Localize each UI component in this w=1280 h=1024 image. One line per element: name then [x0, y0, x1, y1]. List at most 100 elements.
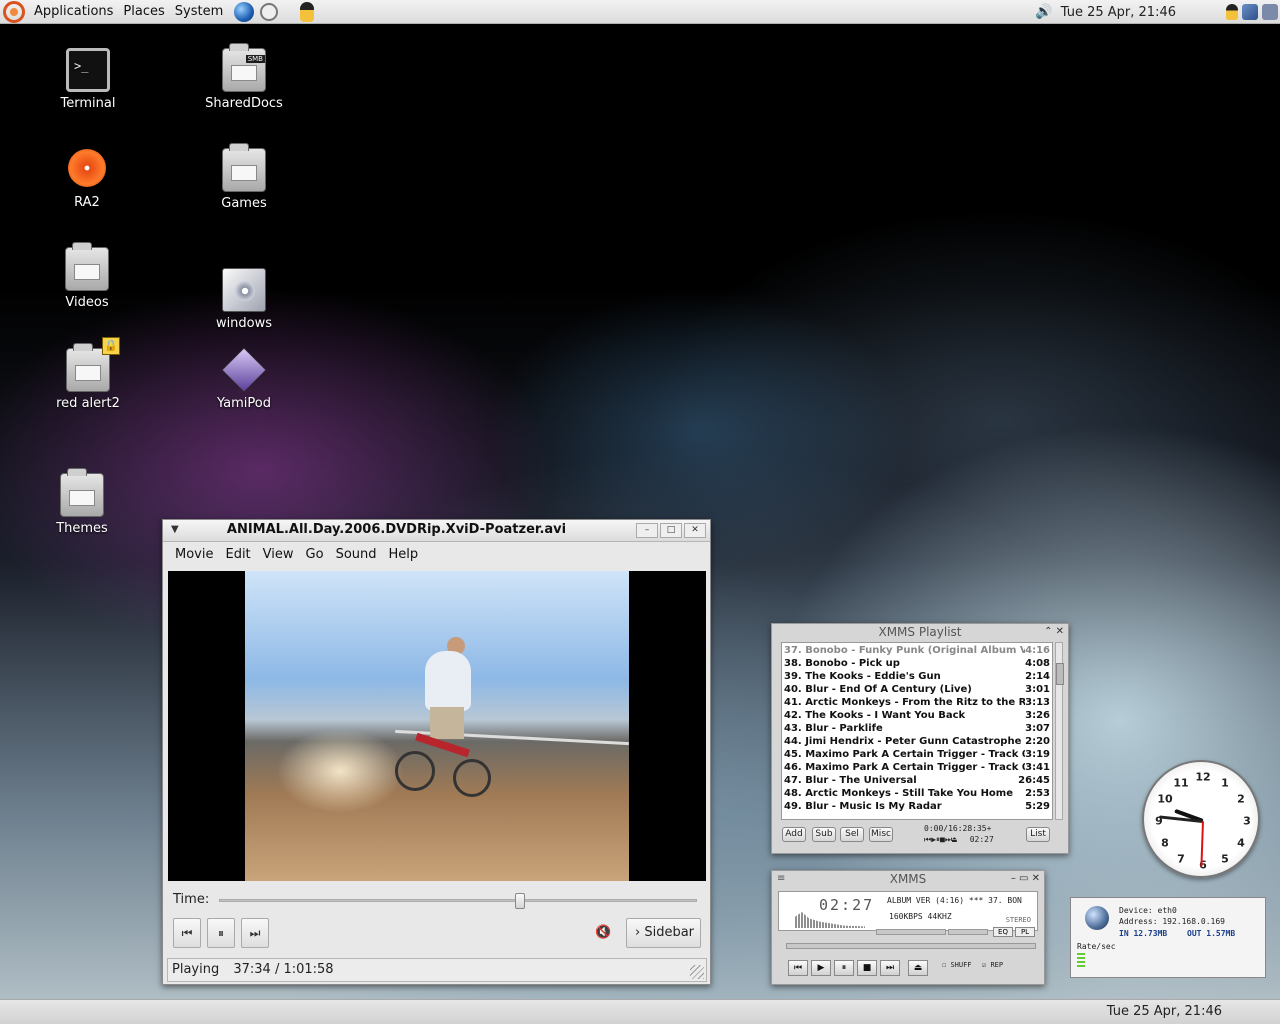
xmms-menu-icon[interactable]: ≡	[777, 871, 785, 887]
xmms-eq-button[interactable]: EQ	[993, 927, 1013, 937]
menu-view[interactable]: View	[263, 547, 294, 562]
xmms-balance-slider[interactable]	[948, 929, 988, 935]
time-settings-launcher-icon[interactable]	[260, 2, 279, 21]
playlist[interactable]: 37. Bonobo - Funky Punk (Original Album …	[781, 642, 1053, 820]
tray-penguin-icon[interactable]	[1226, 4, 1238, 20]
playlist-add-button[interactable]: Add	[782, 827, 806, 842]
playlist-item[interactable]: 47. Blur - The Universal 26:45	[784, 774, 1050, 787]
desktop-icon-themes[interactable]: Themes	[22, 468, 142, 536]
desktop-icon-label: red alert2	[56, 396, 120, 411]
pause-button[interactable]: ⏸	[207, 918, 235, 948]
totem-titlebar[interactable]: ▼ ANIMAL.All.Day.2006.DVDRip.XviD-Poatze…	[163, 520, 710, 542]
volume-icon[interactable]: 🔊	[1035, 4, 1052, 20]
playlist-list-button[interactable]: List	[1026, 827, 1050, 842]
xmms-seek-slider[interactable]	[786, 943, 1036, 949]
video-area[interactable]	[168, 571, 706, 881]
resize-grip-icon[interactable]	[690, 965, 704, 979]
xmms-stop-button[interactable]: ■	[857, 960, 877, 976]
xmms-visualizer[interactable]	[795, 912, 865, 928]
window-title: ANIMAL.All.Day.2006.DVDRip.XviD-Poatzer.…	[226, 522, 567, 537]
playlist-item-duration: 3:26	[1025, 710, 1050, 721]
xmms-window-buttons[interactable]: – ▭ ✕	[1011, 871, 1040, 887]
workspace-switcher-icon[interactable]	[1242, 4, 1258, 20]
playlist-item[interactable]: 41. Arctic Monkeys - From the Ritz to th…	[784, 696, 1050, 709]
playlist-item[interactable]: 43. Blur - Parklife 3:07	[784, 722, 1050, 735]
bottom-clock[interactable]: Tue 25 Apr, 21:46	[1107, 1004, 1222, 1019]
playlist-item[interactable]: 49. Blur - Music Is My Radar 5:29	[784, 800, 1050, 813]
playlist-item[interactable]: 46. Maximo Park A Certain Trigger - Trac…	[784, 761, 1050, 774]
network-globe-icon	[1085, 906, 1109, 930]
playlist-scrollbar[interactable]	[1055, 642, 1064, 820]
xmms-eject-button[interactable]: ⏏	[908, 960, 928, 976]
playlist-item-title: 46. Maximo Park A Certain Trigger - Trac…	[784, 762, 1026, 773]
desktop-icon-windows[interactable]: windows	[184, 268, 304, 331]
playlist-item[interactable]: 37. Bonobo - Funky Punk (Original Album …	[784, 644, 1050, 657]
menu-edit[interactable]: Edit	[225, 547, 250, 562]
desktop-icon-label: YamiPod	[217, 396, 271, 411]
close-button[interactable]: ✕	[684, 523, 706, 538]
smb-badge: SMB	[245, 55, 265, 63]
playlist-item-title: 45. Maximo Park A Certain Trigger - Trac…	[784, 749, 1026, 760]
playlist-item[interactable]: 48. Arctic Monkeys - Still Take You Home…	[784, 787, 1050, 800]
playlist-item[interactable]: 44. Jimi Hendrix - Peter Gunn Catastroph…	[784, 735, 1050, 748]
playlist-sel-button[interactable]: Sel	[840, 827, 864, 842]
menu-places[interactable]: Places	[118, 4, 169, 19]
minimize-button[interactable]: –	[636, 523, 658, 538]
sidebar-button[interactable]: › Sidebar	[626, 918, 701, 948]
xmms-bitrate: 160KBPS 44KHZ	[889, 912, 952, 921]
xmms-shuffle-toggle[interactable]: ☐ SHUFF	[942, 961, 972, 969]
xmms-playlist-window: XMMS Playlist ⌃ ✕ 37. Bonobo - Funky Pun…	[771, 623, 1069, 854]
window-list-icon[interactable]	[1262, 4, 1278, 20]
playlist-misc-button[interactable]: Misc	[869, 827, 893, 842]
ubuntu-logo-icon[interactable]	[3, 0, 25, 23]
web-browser-launcher-icon[interactable]	[234, 1, 255, 22]
xmms-repeat-toggle[interactable]: ☑ REP	[982, 961, 1003, 969]
desktop-icon-games[interactable]: Games	[184, 143, 304, 211]
net-device: Device: eth0	[1119, 906, 1177, 915]
playlist-item[interactable]: 39. The Kooks - Eddie's Gun 2:14	[784, 670, 1050, 683]
cd-icon	[68, 149, 106, 187]
penguin-launcher-icon[interactable]	[300, 1, 315, 22]
desktop-icon-terminal[interactable]: >_ Terminal	[28, 48, 148, 111]
playlist-item-duration: 4:16	[1025, 645, 1050, 656]
playlist-sub-button[interactable]: Sub	[812, 827, 836, 842]
next-chapter-button[interactable]: ⏭	[241, 918, 269, 948]
network-monitor-widget[interactable]: Device: eth0 Address: 192.168.0.169 IN 1…	[1070, 897, 1266, 978]
previous-chapter-button[interactable]: ⏮	[173, 918, 201, 948]
menu-go[interactable]: Go	[306, 547, 324, 562]
desktop-icon-videos[interactable]: Videos	[27, 242, 147, 310]
playlist-item-title: 41. Arctic Monkeys - From the Ritz to th…	[784, 697, 1025, 708]
desktop-icon-ra2[interactable]: RA2	[27, 149, 147, 210]
xmms-volume-slider[interactable]	[876, 929, 946, 935]
playback-status: Playing	[172, 962, 220, 977]
playlist-item[interactable]: 45. Maximo Park A Certain Trigger - Trac…	[784, 748, 1050, 761]
xmms-pause-button[interactable]: ⏸	[834, 960, 854, 976]
playlist-item[interactable]: 42. The Kooks - I Want You Back 3:26	[784, 709, 1050, 722]
menu-system[interactable]: System	[170, 4, 228, 19]
statusbar: Playing 37:34 / 1:01:58	[167, 958, 707, 982]
analog-clock-widget[interactable]: 12 1 2 3 4 5 6 7 8 9 10 11	[1142, 760, 1260, 878]
playlist-item[interactable]: 40. Blur - End Of A Century (Live) 3:01	[784, 683, 1050, 696]
desktop-icon-shareddocs[interactable]: SMB SharedDocs	[184, 43, 304, 111]
seek-slider[interactable]	[219, 893, 697, 909]
xmms-previous-button[interactable]: ⏮	[788, 960, 808, 976]
xmms-play-button[interactable]: ▶	[811, 960, 831, 976]
xmms-playlist-window-buttons[interactable]: ⌃ ✕	[1044, 624, 1064, 640]
top-clock[interactable]: Tue 25 Apr, 21:46	[1061, 5, 1176, 20]
maximize-button[interactable]: □	[660, 523, 682, 538]
menu-sound[interactable]: Sound	[336, 547, 377, 562]
muted-volume-icon[interactable]: 🔇	[595, 925, 611, 940]
playlist-item[interactable]: 38. Bonobo - Pick up 4:08	[784, 657, 1050, 670]
xmms-next-button[interactable]: ⏭	[880, 960, 900, 976]
xmms-playlist-titlebar[interactable]: XMMS Playlist ⌃ ✕	[772, 624, 1068, 640]
desktop-icon-yamipod[interactable]: YamiPod	[184, 347, 304, 411]
desktop-icon-red-alert2[interactable]: red alert2	[28, 343, 148, 411]
seek-slider-thumb[interactable]	[515, 893, 526, 909]
menu-help[interactable]: Help	[389, 547, 419, 562]
xmms-pl-button[interactable]: PL	[1015, 927, 1035, 937]
menu-movie[interactable]: Movie	[175, 547, 213, 562]
menu-applications[interactable]: Applications	[29, 4, 118, 19]
playlist-mini-controls[interactable]: ⏮▶⏸■⏭⏏	[924, 835, 957, 844]
xmms-titlebar[interactable]: ≡ XMMS – ▭ ✕	[772, 871, 1044, 887]
xmms-main-window: ≡ XMMS – ▭ ✕ 02:27 ALBUM VER (4:16) *** …	[771, 870, 1045, 985]
